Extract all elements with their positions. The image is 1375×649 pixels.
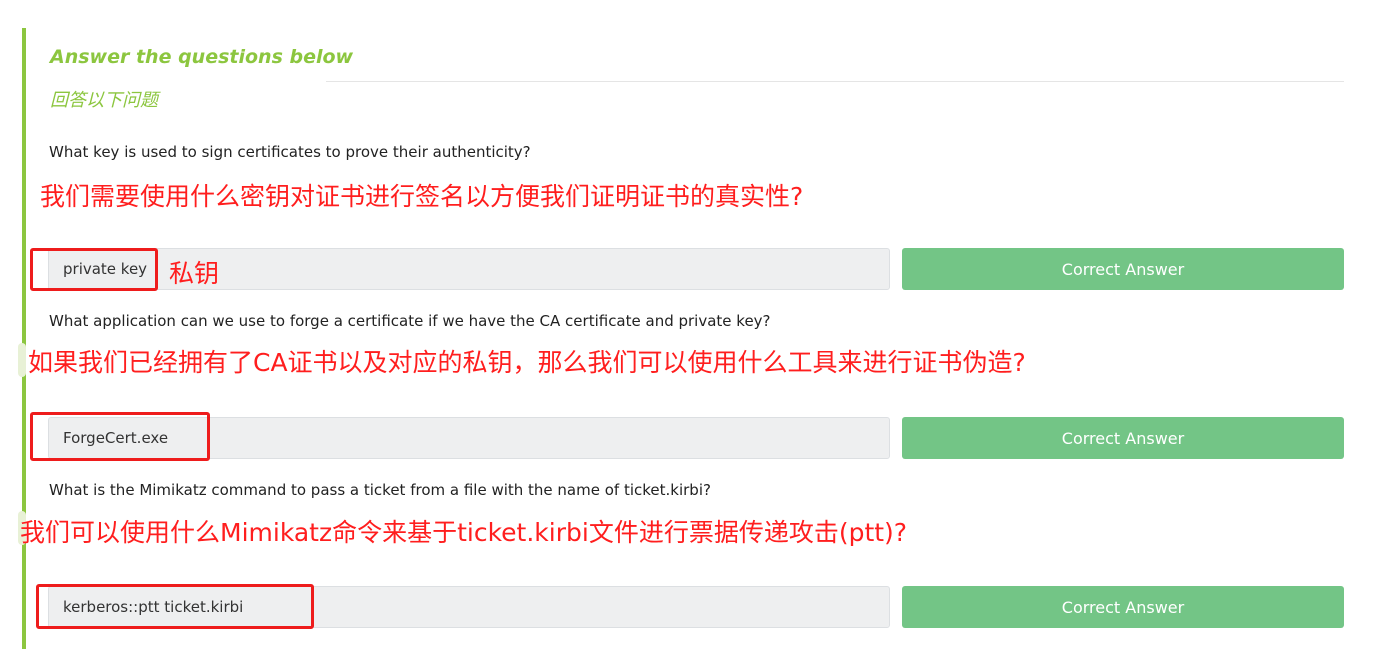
correct-answer-button-1[interactable]: Correct Answer <box>902 248 1344 290</box>
answer-1-highlight <box>30 248 158 291</box>
answer-1-note: 私钥 <box>169 259 220 288</box>
title-divider <box>326 81 1344 82</box>
question-2-text: What application can we use to forge a c… <box>49 312 771 330</box>
section-accent-bar <box>22 28 26 649</box>
question-3-text: What is the Mimikatz command to pass a t… <box>49 481 711 499</box>
left-marker <box>18 343 26 377</box>
correct-answer-button-2[interactable]: Correct Answer <box>902 417 1344 459</box>
section-title: Answer the questions below <box>50 46 354 68</box>
section-title-translation: 回答以下问题 <box>50 90 158 111</box>
question-2-annotation: 如果我们已经拥有了CA证书以及对应的私钥，那么我们可以使用什么工具来进行证书伪造… <box>28 348 1026 377</box>
correct-answer-button-3[interactable]: Correct Answer <box>902 586 1344 628</box>
question-3-annotation: 我们可以使用什么Mimikatz命令来基于ticket.kirbi文件进行票据传… <box>20 518 908 547</box>
question-1-annotation: 我们需要使用什么密钥对证书进行签名以方便我们证明证书的真实性? <box>40 182 804 211</box>
question-1-text: What key is used to sign certificates to… <box>49 143 531 161</box>
answer-3-highlight <box>36 584 314 629</box>
answer-2-highlight <box>30 412 210 461</box>
